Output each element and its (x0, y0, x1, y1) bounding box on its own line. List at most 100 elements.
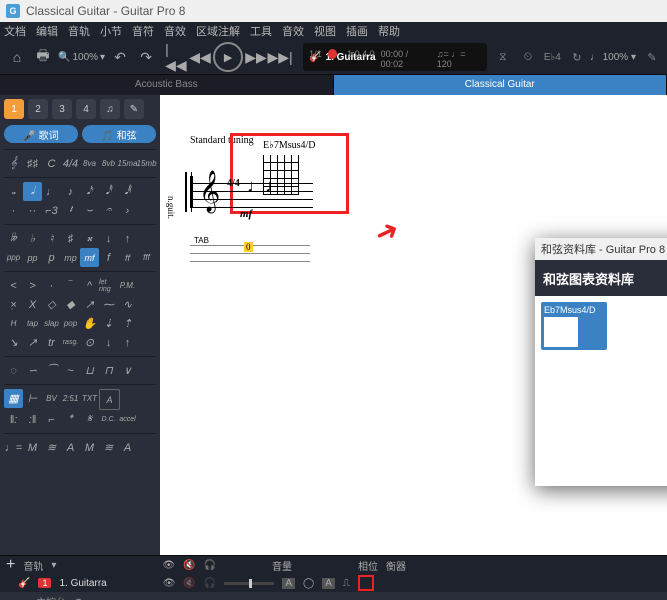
mp-icon[interactable]: mp (61, 248, 80, 267)
prev-button[interactable]: ◀◀ (189, 46, 211, 68)
coda-icon[interactable]: 𝄌 (61, 410, 80, 429)
menu-window[interactable]: 插画 (346, 23, 368, 39)
track-display[interactable]: 🎸 1. Guitarra 1/1 1:0.4.0 00:00 / 00:02 … (303, 43, 487, 71)
menu-sound[interactable]: 音效 (282, 23, 304, 39)
menu-file[interactable]: 文档 (4, 23, 26, 39)
upper-mordent-icon[interactable]: ~ (61, 361, 80, 380)
golpe-icon[interactable]: ⊙ (80, 333, 99, 352)
upstroke-icon[interactable]: ⊔ (80, 361, 99, 380)
staff-notation[interactable]: 𝄞 4/4 ♩♩ (190, 176, 313, 208)
undo-button[interactable]: ↶ (109, 46, 131, 68)
flat-icon[interactable]: ♭ (23, 229, 42, 248)
slap-icon[interactable]: slap (42, 314, 61, 333)
voice-3[interactable]: 3 (52, 99, 72, 119)
mordent-icon[interactable]: ⁀ (42, 361, 61, 380)
8va-icon[interactable]: 8va (80, 154, 99, 173)
harmonic-icon[interactable]: ◇ (42, 295, 61, 314)
automation-lines2-icon[interactable]: ≋ (99, 438, 118, 457)
zoom-control[interactable]: 🔍 100% ▾ (58, 52, 105, 63)
thirtysecond-note-icon[interactable]: 𝅘𝅥𝅰 (99, 182, 118, 201)
sixtyfourth-note-icon[interactable]: 𝅘𝅥𝅱 (118, 182, 137, 201)
tab-acoustic-bass[interactable]: Acoustic Bass (0, 75, 334, 95)
add-track-button[interactable]: + (6, 556, 15, 574)
quarter-note-icon[interactable]: ♩ (42, 182, 61, 201)
rest-icon[interactable]: 𝄽 (61, 201, 80, 220)
track-row-name[interactable]: 1. Guitarra (59, 578, 106, 589)
voice-4[interactable]: 4 (76, 99, 96, 119)
sixteenth-note-icon[interactable]: 𝅘𝅥𝅯 (80, 182, 99, 201)
eighth-note-icon[interactable]: ♪ (61, 182, 80, 201)
half-note-icon[interactable]: 𝅗𝅥 (23, 182, 42, 201)
track-solo-toggle[interactable]: 🎧 (204, 578, 216, 589)
cresc-icon[interactable]: < (4, 276, 23, 295)
pp-icon[interactable]: pp (23, 248, 42, 267)
timesig-c-icon[interactable]: C (42, 154, 61, 173)
signature-label[interactable]: E♭4 (544, 48, 561, 66)
menu-edit[interactable]: 编辑 (36, 23, 58, 39)
menu-note[interactable]: 音符 (132, 23, 154, 39)
tuplet-icon[interactable]: ⌐3 (42, 201, 61, 220)
metronome-icon[interactable]: ⏲ (519, 48, 537, 66)
tenuto-icon[interactable]: ‾ (61, 276, 80, 295)
slide-in-icon[interactable]: ↘ (4, 333, 23, 352)
text-icon[interactable]: TXT (80, 389, 99, 408)
arpeggio-up-icon[interactable]: ↑ (118, 333, 137, 352)
ff-icon[interactable]: ff (118, 248, 137, 267)
auto-badge-1[interactable]: A (282, 578, 295, 589)
score-canvas[interactable]: Standard tuning E♭7Msus4/D n.guit. 𝄞 4/4… (160, 95, 667, 555)
slide-out-icon[interactable]: ↗ (23, 333, 42, 352)
multivoice-icon[interactable]: ♫ (100, 99, 120, 119)
voice-2[interactable]: 2 (28, 99, 48, 119)
visibility-icon[interactable]: 👁 (162, 560, 175, 571)
dead-note-icon[interactable]: ×̣ (4, 295, 23, 314)
timesig-icon[interactable]: 4/4 (61, 154, 80, 173)
shift-up-icon[interactable]: ↑ (118, 229, 137, 248)
sharp-icon[interactable]: ♯ (61, 229, 80, 248)
tab-classical-guitar[interactable]: Classical Guitar (334, 75, 667, 95)
bend-icon[interactable]: ↗ (80, 295, 99, 314)
section-a-icon[interactable]: A (99, 389, 120, 410)
automation-a-icon[interactable]: A (61, 438, 80, 457)
dot-icon[interactable]: · (4, 201, 23, 220)
ppp-icon[interactable]: ppp (4, 248, 23, 267)
tap-icon[interactable]: tap (23, 314, 42, 333)
barre-icon[interactable]: ⊢ (23, 389, 42, 408)
f-icon[interactable]: f (99, 248, 118, 267)
trill-icon[interactable]: tr (42, 333, 61, 352)
tuner-icon[interactable]: ✎ (643, 48, 661, 66)
vibrato-icon[interactable]: ∿ (118, 295, 137, 314)
marcato-icon[interactable]: ^ (80, 276, 99, 295)
automation-a2-icon[interactable]: A (118, 438, 137, 457)
design-mode-icon[interactable]: ✎ (124, 99, 144, 119)
accel-icon[interactable]: accel (118, 410, 137, 429)
chord-card[interactable]: Eb7Msus4/D (541, 302, 607, 350)
fermata-icon[interactable]: 𝄐 (99, 201, 118, 220)
redo-button[interactable]: ↷ (135, 46, 157, 68)
chords-button[interactable]: 🎵 和弦 (82, 125, 156, 143)
timer-icon-2[interactable]: 2:51 (61, 389, 80, 408)
pan-knob[interactable]: ◯ (303, 578, 314, 589)
grace-icon[interactable]: ◌ (4, 361, 23, 380)
turn-icon[interactable]: ∽ (23, 361, 42, 380)
accent-icon[interactable]: › (118, 201, 137, 220)
volume-slider[interactable] (224, 582, 274, 585)
print-button[interactable]: 🖶 (32, 46, 54, 68)
repeat-open-icon[interactable]: ‖: (4, 410, 23, 429)
rasg-icon[interactable]: rasg. (61, 333, 80, 352)
play-button[interactable]: ▶ (213, 42, 243, 72)
track-mute-toggle[interactable]: 🔇 (183, 578, 195, 589)
repeat-close-icon[interactable]: :‖ (23, 410, 42, 429)
dc-icon[interactable]: D.C. (99, 410, 118, 429)
lyrics-button[interactable]: 🎤 歌词 (4, 125, 78, 143)
decresc-icon[interactable]: > (23, 276, 42, 295)
speed-control[interactable]: ♩ 100% ▾ (590, 52, 636, 63)
voice-1[interactable]: 1 (4, 99, 24, 119)
p-icon[interactable]: p (42, 248, 61, 267)
console-label[interactable]: 主控台 (36, 594, 66, 600)
color-swatch[interactable] (358, 575, 374, 591)
headphones-icon[interactable]: 🎧 (204, 560, 216, 571)
menu-effect[interactable]: 音效 (164, 23, 186, 39)
tremolo-icon[interactable]: ⁓ (99, 295, 118, 314)
chevron-down-icon[interactable]: ▾ (51, 560, 56, 571)
mute-icon[interactable]: 🔇 (183, 560, 195, 571)
